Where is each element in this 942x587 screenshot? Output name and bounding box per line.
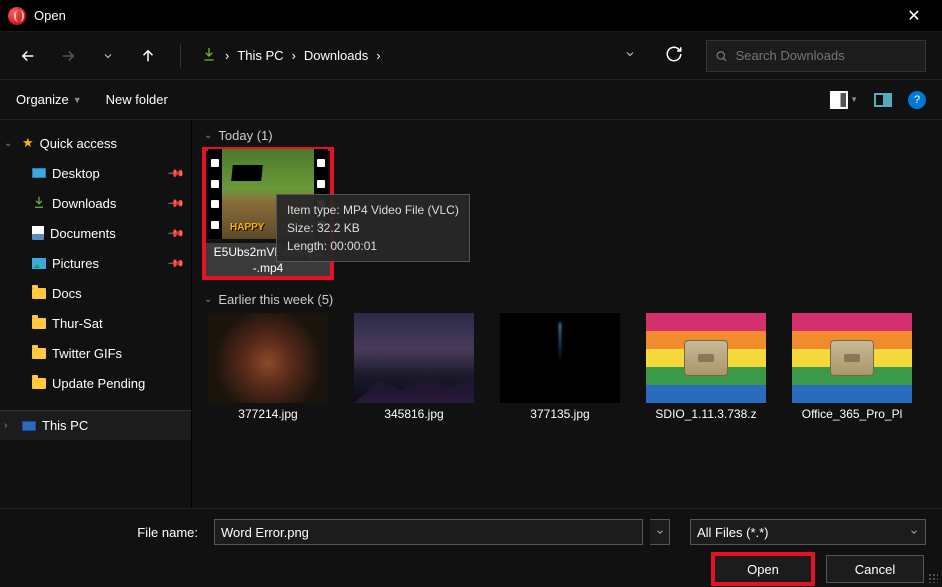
chevron-right-icon: ›	[225, 48, 229, 63]
recent-dropdown[interactable]	[96, 44, 120, 68]
chevron-right-icon: ›	[292, 48, 296, 63]
folder-icon	[32, 348, 46, 359]
sidebar-this-pc[interactable]: › This PC	[0, 410, 191, 440]
group-header-today[interactable]: ⌄ Today (1)	[204, 128, 930, 143]
archive-icon	[792, 313, 912, 403]
help-button[interactable]: ?	[908, 91, 926, 109]
cancel-button[interactable]: Cancel	[826, 555, 924, 583]
sidebar-item-documents[interactable]: Documents 📌	[0, 218, 191, 248]
image-thumbnail	[354, 313, 474, 403]
view-icon	[830, 91, 848, 109]
sidebar: ⌄ ★ Quick access Desktop 📌 Downloads 📌 D…	[0, 120, 192, 508]
chevron-down-icon: ⌄	[4, 138, 16, 149]
chevron-down-icon	[909, 527, 919, 537]
title-bar: Open ✕	[0, 0, 942, 32]
breadcrumb[interactable]: › This PC › Downloads ›	[201, 46, 381, 65]
file-item[interactable]: 345816.jpg	[350, 313, 478, 423]
file-item[interactable]: Office_365_Pro_Pl	[788, 313, 916, 423]
view-mode-button[interactable]: ▼	[830, 91, 858, 109]
navigation-bar: › This PC › Downloads ›	[0, 32, 942, 80]
dialog-footer: File name: All Files (*.*) Open Cancel	[0, 508, 942, 587]
chevron-right-icon: ›	[376, 48, 380, 63]
pin-icon: 📌	[167, 164, 186, 183]
sidebar-item-desktop[interactable]: Desktop 📌	[0, 158, 191, 188]
opera-logo-icon	[8, 7, 26, 25]
folder-icon	[32, 318, 46, 329]
folder-icon	[32, 288, 46, 299]
download-icon	[32, 195, 46, 212]
sidebar-item-downloads[interactable]: Downloads 📌	[0, 188, 191, 218]
file-list-pane[interactable]: ⌄ Today (1) HAPPY E5Ubs2mVEAkKQC-.mp4 It…	[192, 120, 942, 508]
sidebar-item-twitter-gifs[interactable]: Twitter GIFs	[0, 338, 191, 368]
breadcrumb-this-pc[interactable]: This PC	[237, 48, 283, 63]
up-button[interactable]	[136, 44, 160, 68]
open-button[interactable]: Open	[714, 555, 812, 583]
filename-input[interactable]	[214, 519, 643, 545]
archive-icon	[646, 313, 766, 403]
filename-label: File name:	[16, 525, 206, 540]
star-icon: ★	[22, 135, 34, 151]
sidebar-item-update-pending[interactable]: Update Pending	[0, 368, 191, 398]
search-input[interactable]	[736, 48, 917, 63]
file-item-video[interactable]: HAPPY E5Ubs2mVEAkKQC-.mp4	[204, 149, 332, 278]
search-icon	[715, 49, 728, 63]
file-item[interactable]: SDIO_1.11.3.738.z	[642, 313, 770, 423]
pin-icon: 📌	[167, 194, 186, 213]
desktop-icon	[32, 168, 46, 178]
sidebar-item-thur-sat[interactable]: Thur-Sat	[0, 308, 191, 338]
file-type-filter[interactable]: All Files (*.*)	[690, 519, 926, 545]
chevron-down-icon: ▼	[850, 95, 858, 104]
image-thumbnail	[500, 313, 620, 403]
sidebar-quick-access[interactable]: ⌄ ★ Quick access	[0, 128, 191, 158]
preview-pane-button[interactable]	[874, 93, 892, 107]
sidebar-item-pictures[interactable]: Pictures 📌	[0, 248, 191, 278]
file-item[interactable]: 377135.jpg	[496, 313, 624, 423]
documents-icon	[32, 226, 44, 240]
folder-icon	[32, 378, 46, 389]
breadcrumb-downloads[interactable]: Downloads	[304, 48, 368, 63]
new-folder-button[interactable]: New folder	[106, 92, 168, 107]
this-pc-icon	[22, 421, 36, 431]
video-thumbnail: HAPPY	[208, 149, 328, 239]
refresh-button[interactable]	[658, 45, 690, 66]
organize-button[interactable]: Organize ▼	[16, 92, 82, 107]
chevron-down-icon: ▼	[73, 95, 82, 105]
chevron-right-icon: ›	[4, 420, 16, 431]
filename-history-dropdown[interactable]	[650, 519, 670, 545]
close-button[interactable]: ✕	[894, 6, 934, 26]
chevron-down-icon: ⌄	[204, 130, 212, 141]
resize-grip[interactable]	[928, 573, 938, 583]
sidebar-item-docs[interactable]: Docs	[0, 278, 191, 308]
back-button[interactable]	[16, 44, 40, 68]
window-title: Open	[34, 8, 66, 23]
downloads-location-icon	[201, 46, 217, 65]
address-dropdown[interactable]	[618, 48, 642, 63]
forward-button[interactable]	[56, 44, 80, 68]
pin-icon: 📌	[167, 224, 186, 243]
chevron-down-icon: ⌄	[204, 294, 212, 305]
image-thumbnail	[208, 313, 328, 403]
pictures-icon	[32, 258, 46, 269]
search-box[interactable]	[706, 40, 926, 72]
file-item[interactable]: 377214.jpg	[204, 313, 332, 423]
group-header-earlier[interactable]: ⌄ Earlier this week (5)	[204, 292, 930, 307]
pin-icon: 📌	[167, 254, 186, 273]
toolbar: Organize ▼ New folder ▼ ?	[0, 80, 942, 120]
